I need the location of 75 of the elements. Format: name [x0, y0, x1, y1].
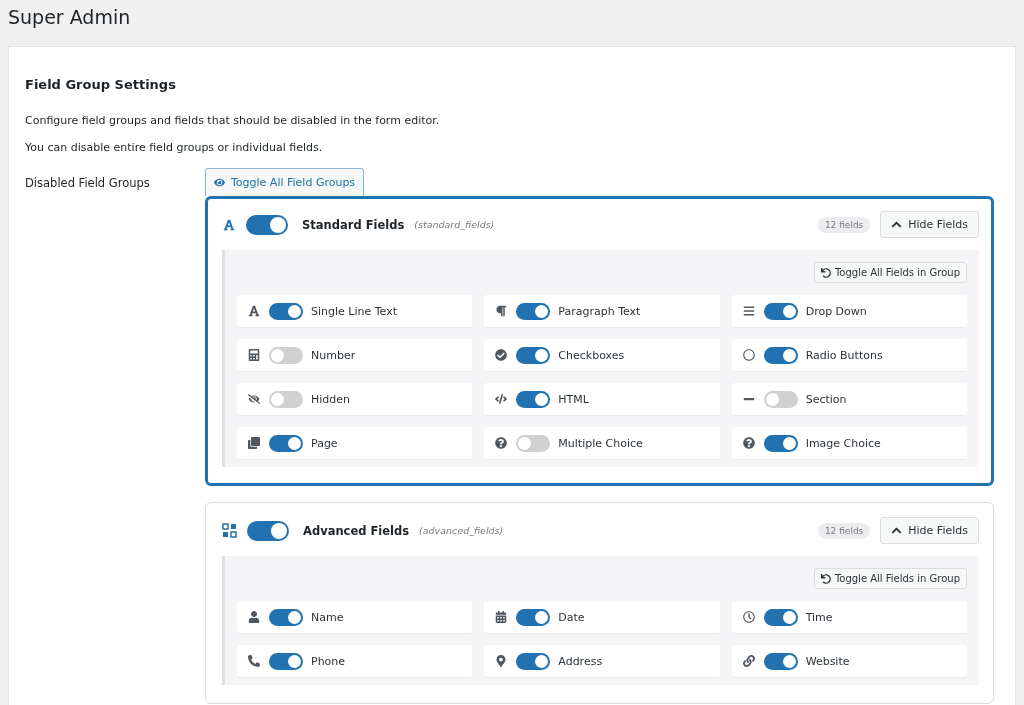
field-label: Date	[558, 610, 585, 624]
question-icon	[741, 437, 756, 449]
toggle-group-fields-button[interactable]: Toggle All Fields in Group	[813, 262, 967, 283]
field-label: Number	[311, 348, 356, 362]
pages-icon	[247, 437, 261, 449]
hide-fields-button[interactable]: Hide Fields	[880, 517, 979, 544]
grid-icon	[222, 523, 237, 538]
toggle-switch[interactable]	[269, 390, 303, 408]
description-text: You can disable entire field groups or individual fields.	[25, 141, 324, 154]
field-label: Name	[311, 610, 344, 624]
toggle-switch[interactable]	[246, 214, 288, 235]
setting-label: Disabled Field Groups	[25, 175, 151, 192]
field-label: Phone	[311, 654, 346, 668]
refresh-icon	[820, 573, 831, 584]
toggle-switch[interactable]	[516, 302, 551, 320]
link-icon	[741, 655, 756, 667]
phone-icon	[247, 655, 261, 667]
field-count-badge: 12 fields	[817, 216, 871, 233]
field-label: Website	[805, 654, 850, 668]
field-label: Image Choice	[805, 436, 881, 450]
field-label: Address	[558, 654, 603, 668]
eye-icon	[214, 177, 225, 188]
field-label: Checkboxes	[558, 348, 625, 362]
page-title: Super Admin	[8, 5, 132, 30]
lines-icon	[741, 305, 756, 317]
toggle-switch[interactable]	[516, 346, 551, 364]
person-icon	[247, 611, 261, 623]
toggle-switch[interactable]	[269, 608, 303, 626]
calendar-icon	[494, 611, 509, 623]
toggle-switch[interactable]	[763, 434, 798, 452]
toggle-switch[interactable]	[269, 302, 303, 320]
hide-fields-button[interactable]: Hide Fields	[880, 211, 979, 238]
toggle-switch[interactable]	[763, 390, 798, 408]
toggle-switch[interactable]	[763, 302, 798, 320]
group-name: Standard Fields	[302, 217, 405, 232]
field-label: Drop Down	[805, 304, 867, 318]
field-label: Multiple Choice	[558, 436, 643, 450]
toggle-switch[interactable]	[516, 390, 551, 408]
group-slug: (advanced_fields)	[419, 525, 504, 536]
toggle-switch[interactable]	[269, 434, 303, 452]
field-label: Paragraph Text	[558, 304, 641, 318]
toggle-switch[interactable]	[269, 652, 303, 670]
chevron-up-icon	[891, 219, 903, 230]
question-icon	[494, 437, 509, 449]
letter-a-icon	[222, 218, 236, 231]
toggle-group-fields-button[interactable]: Toggle All Fields in Group	[813, 568, 967, 589]
field-label: Radio Buttons	[805, 348, 883, 362]
description-text: Configure field groups and fields that should be disabled in the form editor.	[25, 114, 441, 127]
field-label: Section	[805, 392, 847, 406]
field-label: Single Line Text	[311, 304, 397, 318]
field-label: Page	[311, 436, 338, 450]
toggle-switch[interactable]	[516, 608, 551, 626]
clock-icon	[741, 611, 756, 623]
field-label: HTML	[558, 392, 589, 406]
letter-a-icon	[247, 305, 261, 317]
paragraph-icon	[494, 305, 509, 317]
field-label: Hidden	[311, 392, 351, 406]
toggle-switch[interactable]	[763, 346, 798, 364]
code-icon	[494, 393, 509, 405]
toggle-switch[interactable]	[763, 608, 798, 626]
toggle-switch[interactable]	[269, 346, 303, 364]
toggle-all-groups-button[interactable]: Toggle All Field Groups	[205, 168, 365, 196]
field-label: Time	[805, 610, 833, 624]
group-name: Advanced Fields	[303, 523, 410, 538]
eye-slash-icon	[247, 393, 261, 405]
group-slug: (standard_fields)	[414, 219, 495, 230]
field-count-badge: 12 fields	[817, 522, 871, 539]
refresh-icon	[820, 267, 831, 278]
section-title: Field Group Settings	[25, 77, 177, 92]
toggle-switch[interactable]	[516, 434, 551, 452]
chevron-up-icon	[891, 525, 903, 536]
calculator-icon	[247, 349, 261, 361]
toggle-switch[interactable]	[247, 520, 289, 541]
toggle-switch[interactable]	[516, 652, 551, 670]
toggle-switch[interactable]	[763, 652, 798, 670]
